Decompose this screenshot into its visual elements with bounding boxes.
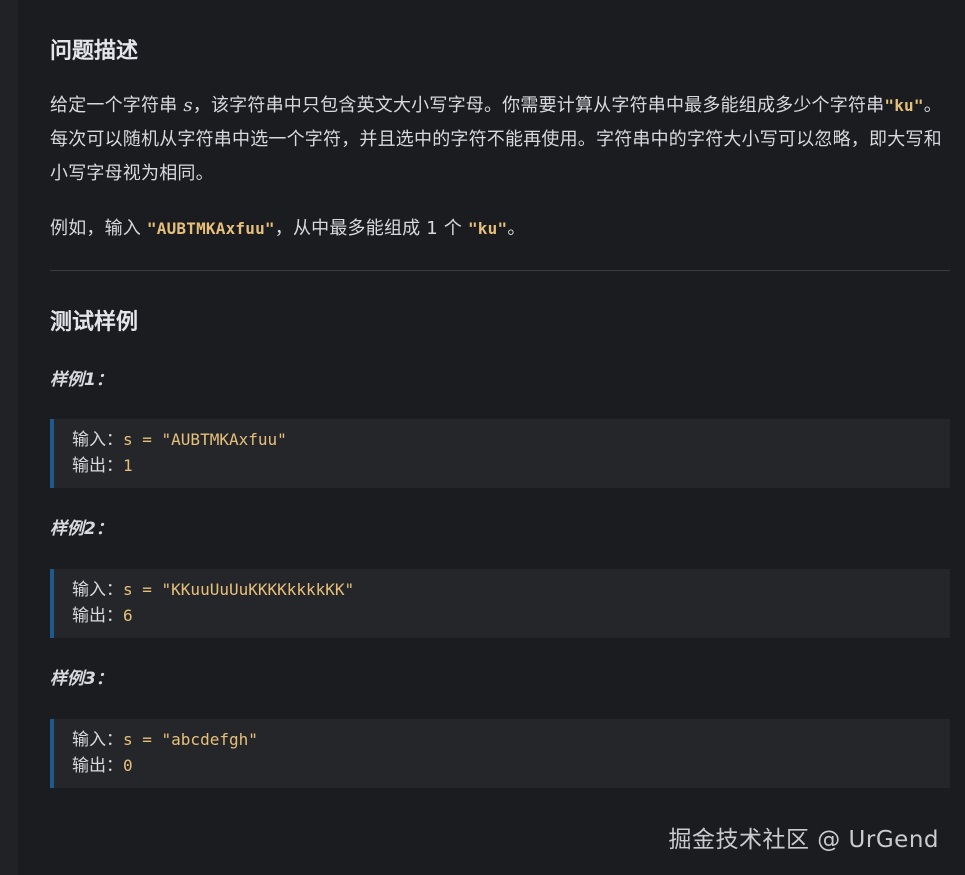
output-label: 输出：: [72, 756, 123, 776]
inline-code-ku: "ku": [884, 96, 924, 115]
input-label: 输入：: [72, 580, 123, 600]
test-cases-heading: 测试样例: [50, 310, 139, 335]
example-text-3: 。: [507, 218, 526, 239]
example-1-label: 样例1：: [50, 370, 113, 390]
description-paragraph: 给定一个字符串 s，该字符串中只包含英文大小写字母。你需要计算从字符串中最多能组…: [50, 89, 950, 191]
example-2-label: 样例2：: [50, 519, 113, 539]
input-label: 输入：: [72, 430, 123, 450]
input-value: s = "KKuuUuUuKKKKkkkkKK": [123, 580, 355, 599]
section-divider: [50, 270, 950, 271]
inline-code-target: "ku": [467, 219, 508, 238]
example-1-block: 输入：s = "AUBTMKAxfuu" 输出：1: [50, 419, 950, 488]
example-3-input-line: 输入：s = "abcdefgh": [72, 727, 950, 753]
inline-code-input: "AUBTMKAxfuu": [146, 219, 275, 238]
left-rail: [0, 0, 18, 875]
example-paragraph: 例如，输入 "AUBTMKAxfuu"，从中最多能组成 1 个 "ku"。: [50, 212, 950, 246]
description-heading: 问题描述: [50, 39, 139, 64]
output-value: 6: [123, 606, 133, 625]
example-text-1: 例如，输入: [50, 218, 147, 239]
output-label: 输出：: [72, 456, 123, 476]
input-value: s = "AUBTMKAxfuu": [123, 430, 287, 449]
example-2-block: 输入：s = "KKuuUuUuKKKKkkkkKK" 输出：6: [50, 569, 950, 638]
example-3-output-line: 输出：0: [72, 753, 950, 779]
output-label: 输出：: [72, 606, 123, 626]
output-value: 1: [123, 456, 133, 475]
desc-text-1: 给定一个字符串: [50, 95, 184, 116]
example-text-2: ，从中最多能组成 1 个: [274, 218, 468, 239]
desc-text-2: ，该字符串中只包含英文大小写字母。你需要计算从字符串中最多能组成多少个字符串: [192, 95, 885, 116]
input-label: 输入：: [72, 730, 123, 750]
example-3-block: 输入：s = "abcdefgh" 输出：0: [50, 719, 950, 788]
example-1-input-line: 输入：s = "AUBTMKAxfuu": [72, 427, 950, 453]
output-value: 0: [123, 756, 133, 775]
example-3-label: 样例3：: [50, 669, 113, 689]
string-variable: s: [183, 95, 193, 116]
example-1-output-line: 输出：1: [72, 453, 950, 479]
example-2-output-line: 输出：6: [72, 603, 950, 629]
juejin-watermark: 掘金技术社区 @ UrGend: [668, 827, 939, 853]
input-value: s = "abcdefgh": [123, 730, 258, 749]
example-2-input-line: 输入：s = "KKuuUuUuKKKKkkkkKK": [72, 577, 950, 603]
